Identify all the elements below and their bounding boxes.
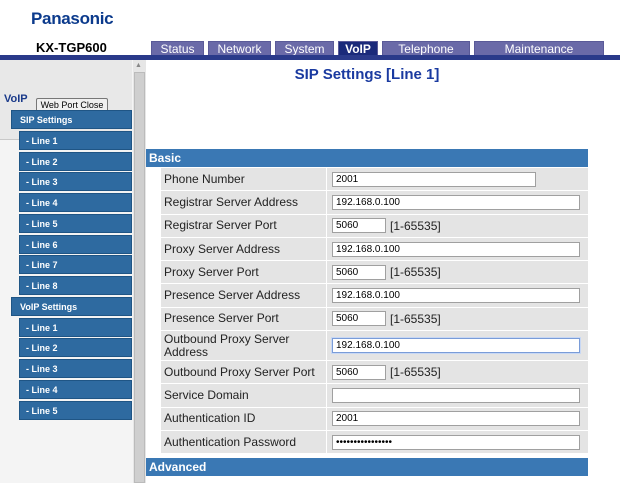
sip-settings-form: Phone Number 2001 Registrar Server Addre… (161, 168, 588, 455)
outbound-proxy-server-port-field[interactable]: 5060 (332, 364, 386, 380)
field-label: Proxy Server Address (161, 237, 326, 261)
sidebar-item-sip-line-1[interactable]: - Line 1 (19, 130, 132, 150)
presence-server-address-field[interactable]: 192.168.0.100 (332, 288, 580, 304)
form-row: Authentication Password •••••••••••••••• (161, 430, 588, 455)
field-label: Proxy Server Port (161, 261, 326, 284)
main-tabs: Status Network System VoIP Telephone Mai… (151, 41, 608, 56)
tab-telephone[interactable]: Telephone (382, 41, 470, 56)
scrollbar-thumb[interactable] (134, 72, 145, 483)
sidebar-item-voip-line-2[interactable]: - Line 2 (19, 338, 132, 358)
section-basic: Basic (146, 149, 588, 167)
page-title: SIP Settings [Line 1] (294, 66, 440, 83)
form-row: Registrar Server Port 5060 [1-65535] (161, 214, 588, 238)
phone-number-field[interactable]: 2001 (332, 171, 536, 187)
field-label: Outbound Proxy Server Port (161, 361, 326, 384)
model-name: KX-TGP600 (36, 40, 107, 55)
scroll-up-icon[interactable]: ▲ (135, 62, 142, 69)
sidebar-item-voip-line-3[interactable]: - Line 3 (19, 359, 132, 378)
form-row: Service Domain (161, 384, 588, 408)
tab-maintenance[interactable]: Maintenance (474, 41, 604, 56)
port-range-hint: [1-65535] (390, 265, 441, 280)
form-row: Proxy Server Address 192.168.0.100 (161, 237, 588, 262)
port-range-hint: [1-65535] (390, 311, 441, 326)
field-label: Phone Number (161, 168, 326, 191)
field-label: Presence Server Port (161, 307, 326, 331)
registrar-server-address-field[interactable]: 192.168.0.100 (332, 194, 580, 210)
field-label: Registrar Server Address (161, 191, 326, 214)
sidebar-item-sip-line-5[interactable]: - Line 5 (19, 213, 132, 233)
field-label: Presence Server Address (161, 284, 326, 307)
authentication-id-field[interactable]: 2001 (332, 411, 580, 427)
tab-status[interactable]: Status (151, 41, 204, 56)
proxy-server-port-field[interactable]: 5060 (332, 264, 386, 280)
sidebar-item-voip-line-1[interactable]: - Line 1 (19, 317, 132, 337)
form-row: Outbound Proxy Server Address 192.168.0.… (161, 331, 588, 362)
sidebar-item-voip-line-5[interactable]: - Line 5 (19, 400, 132, 420)
sidebar-item-sip-line-8[interactable]: - Line 8 (19, 276, 132, 295)
sidebar-item-sip-line-3[interactable]: - Line 3 (19, 172, 132, 192)
form-row: Presence Server Port 5060 [1-65535] (161, 307, 588, 332)
sidebar-item-voip-settings[interactable]: VoIP Settings (11, 296, 132, 316)
sidebar-item-voip-line-4[interactable]: - Line 4 (19, 379, 132, 399)
brand-logo: Panasonic (31, 9, 114, 28)
registrar-server-port-field[interactable]: 5060 (332, 218, 386, 234)
sidebar-item-sip-line-2[interactable]: - Line 2 (19, 151, 132, 171)
field-label: Service Domain (161, 384, 326, 407)
form-row: Outbound Proxy Server Port 5060 [1-65535] (161, 361, 588, 385)
port-range-hint: [1-65535] (390, 218, 441, 233)
field-label: Authentication Password (161, 430, 326, 454)
authentication-password-field[interactable]: •••••••••••••••• (332, 434, 580, 450)
form-row: Registrar Server Address 192.168.0.100 (161, 191, 588, 215)
sidebar-item-sip-line-4[interactable]: - Line 4 (19, 193, 132, 212)
field-label: Authentication ID (161, 407, 326, 430)
field-label: Outbound Proxy Server Address (161, 331, 326, 361)
page: Panasonic KX-TGP600 Status Network Syste… (0, 0, 620, 483)
form-row: Presence Server Address 192.168.0.100 (161, 284, 588, 308)
outbound-proxy-server-address-field[interactable]: 192.168.0.100 (332, 338, 580, 354)
form-row: Authentication ID 2001 (161, 407, 588, 431)
section-advanced: Advanced (146, 458, 588, 476)
sidebar-scrollbar[interactable]: ▲ (133, 60, 146, 483)
form-row: Phone Number 2001 (161, 168, 588, 192)
form-row: Proxy Server Port 5060 [1-65535] (161, 261, 588, 285)
service-domain-field[interactable] (332, 388, 580, 404)
port-range-hint: [1-65535] (390, 365, 441, 380)
tab-system[interactable]: System (275, 41, 334, 56)
proxy-server-address-field[interactable]: 192.168.0.100 (332, 241, 580, 257)
sidebar-item-sip-line-6[interactable]: - Line 6 (19, 234, 132, 254)
tab-network[interactable]: Network (208, 41, 271, 56)
sidebar-item-sip-line-7[interactable]: - Line 7 (19, 255, 132, 275)
sidebar-section-title: VoIP (4, 93, 28, 105)
sidebar-nav: SIP Settings - Line 1 - Line 2 - Line 3 … (11, 110, 132, 421)
tab-voip[interactable]: VoIP (338, 41, 378, 56)
field-label: Registrar Server Port (161, 214, 326, 237)
presence-server-port-field[interactable]: 5060 (332, 311, 386, 327)
sidebar-item-sip-settings[interactable]: SIP Settings (11, 110, 132, 129)
